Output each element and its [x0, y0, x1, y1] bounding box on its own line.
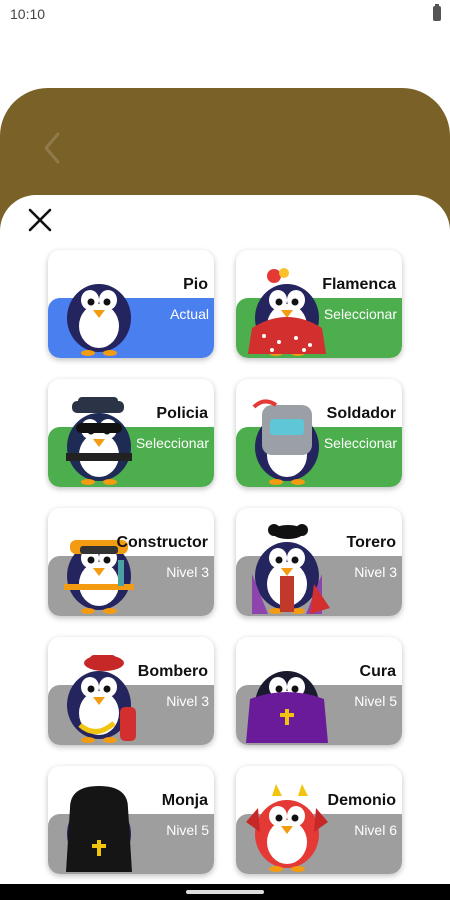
character-name: Pio [183, 276, 208, 293]
character-action-label: Seleccionar [135, 435, 209, 451]
chevron-left-icon [44, 132, 60, 164]
character-card-flamenca[interactable]: Seleccionar Flamenca [236, 250, 402, 358]
penguin-police-avatar [56, 395, 142, 485]
character-action-label: Nivel 3 [354, 564, 397, 580]
character-action-label: Seleccionar [323, 435, 397, 451]
character-card-cura[interactable]: Nivel 5 Cura [236, 637, 402, 745]
character-card-pio[interactable]: Actual Pio [48, 250, 214, 358]
penguin-priest-avatar [244, 653, 330, 743]
character-action-label: Actual [170, 306, 209, 322]
character-action-label: Seleccionar [323, 306, 397, 322]
penguin-torero-avatar [244, 524, 330, 614]
character-card-constructor[interactable]: Nivel 3 Constructor [48, 508, 214, 616]
back-button[interactable] [38, 128, 68, 168]
close-icon [28, 208, 52, 232]
character-action-label: Nivel 6 [354, 822, 397, 838]
character-card-bombero[interactable]: Nivel 3 Bombero [48, 637, 214, 745]
character-name: Constructor [116, 534, 208, 551]
character-action-label: Nivel 3 [166, 693, 209, 709]
character-name: Torero [346, 534, 396, 551]
navigation-bar [0, 884, 450, 900]
character-name: Bombero [137, 663, 208, 680]
penguin-firefighter-avatar [56, 653, 142, 743]
home-indicator[interactable] [186, 890, 264, 894]
character-action-label: Nivel 3 [166, 564, 209, 580]
close-button[interactable] [26, 206, 54, 234]
character-action-label: Nivel 5 [354, 693, 397, 709]
character-card-soldador[interactable]: Seleccionar Soldador [236, 379, 402, 487]
penguin-flamenca-avatar [244, 266, 330, 356]
character-name: Monja [161, 792, 208, 809]
character-card-torero[interactable]: Nivel 3 Torero [236, 508, 402, 616]
character-name: Flamenca [322, 276, 396, 293]
penguin-nun-avatar [56, 782, 142, 872]
character-card-monja[interactable]: Nivel 5 Monja [48, 766, 214, 874]
character-name: Demonio [327, 792, 396, 809]
character-name: Policia [156, 405, 208, 422]
battery-icon [433, 4, 441, 21]
status-time: 10:10 [10, 6, 46, 22]
penguin-devil-avatar [244, 782, 330, 872]
status-bar: 10:10 [0, 0, 450, 28]
penguin-none-avatar [56, 266, 142, 356]
character-card-demonio[interactable]: Nivel 6 Demonio [236, 766, 402, 874]
penguin-welder-avatar [244, 395, 330, 485]
character-name: Cura [359, 663, 396, 680]
character-card-policia[interactable]: Seleccionar Policia [48, 379, 214, 487]
character-action-label: Nivel 5 [166, 822, 209, 838]
character-name: Soldador [326, 405, 396, 422]
